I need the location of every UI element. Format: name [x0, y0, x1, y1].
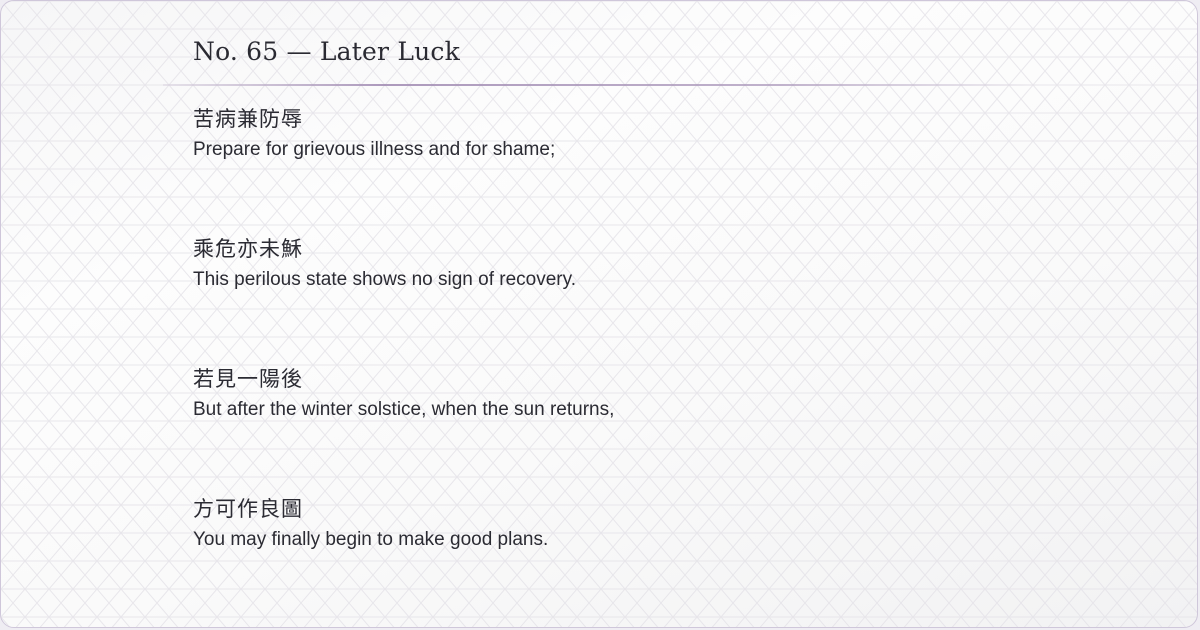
stanza-chinese-line: 苦病兼防辱: [193, 107, 303, 131]
fortune-card: No. 65 — Later Luck 苦病兼防辱 Prepare for gr…: [0, 0, 1198, 628]
stanza-chinese-line: 方可作良圖: [193, 497, 303, 521]
stanza-english-line: But after the winter solstice, when the …: [193, 399, 615, 420]
title-divider: [163, 84, 1041, 86]
poem-content: No. 65 — Later Luck 苦病兼防辱 Prepare for gr…: [163, 1, 1197, 627]
stanza-english-line: This perilous state shows no sign of rec…: [193, 269, 576, 290]
stanza-4: 方可作良圖 You may finally begin to make good…: [193, 495, 1093, 553]
stanza-2: 乘危亦未穌 This perilous state shows no sign …: [193, 235, 1093, 293]
stanza-chinese-line: 乘危亦未穌: [193, 237, 303, 261]
stanza-chinese-line: 若見一陽後: [193, 367, 303, 391]
stanza-3: 若見一陽後 But after the winter solstice, whe…: [193, 365, 1093, 423]
stanza-english-line: Prepare for grievous illness and for sha…: [193, 139, 556, 160]
stanza-1: 苦病兼防辱 Prepare for grievous illness and f…: [193, 105, 1093, 163]
page-title: No. 65 — Later Luck: [193, 37, 460, 66]
stanza-english-line: You may finally begin to make good plans…: [193, 529, 549, 550]
